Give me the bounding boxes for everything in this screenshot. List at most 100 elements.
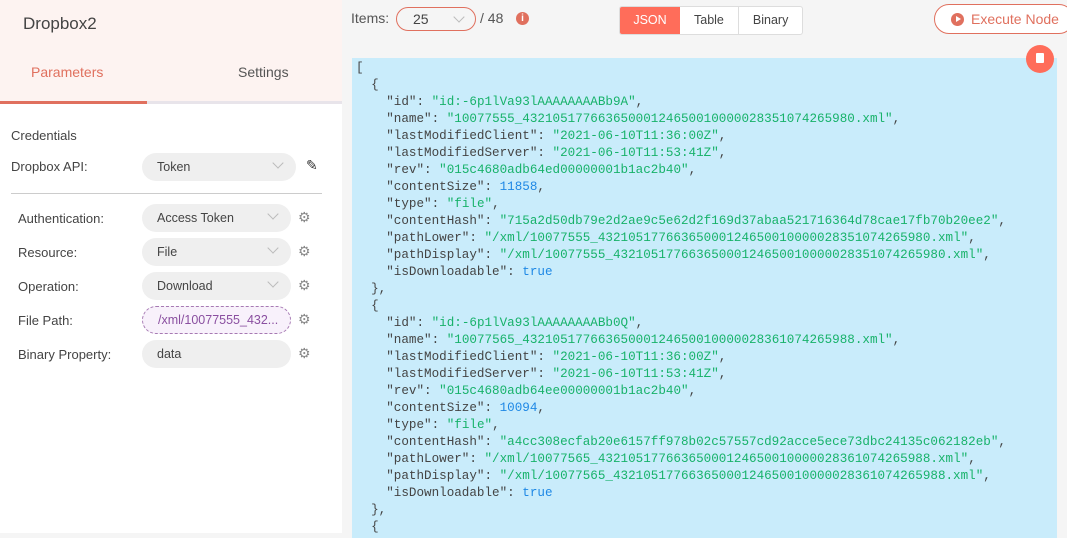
authentication-select[interactable]: Access Token [142, 204, 291, 232]
json-value: "715a2d50db79e2d2ae9c5e62d2f169d37abaa52… [499, 214, 999, 228]
json-line: "pathLower": "/xml/10077555_432105177663… [386, 231, 976, 245]
json-key: "contentHash" [386, 214, 485, 228]
json-line: "id": "id:-6p1lVa93lAAAAAAAABb0Q", [386, 316, 644, 330]
field-value: File [157, 245, 178, 259]
json-key: "rev" [386, 163, 425, 177]
json-value: "/xml/10077555_4321051776636500012465001… [484, 231, 969, 245]
json-value: "file" [446, 418, 493, 432]
active-tab-indicator [0, 101, 147, 104]
json-key: "lastModifiedServer" [386, 367, 538, 381]
json-value: "2021-06-10T11:53:41Z" [552, 146, 719, 160]
json-value: true [522, 486, 553, 500]
node-title[interactable]: Dropbox2 [23, 14, 97, 34]
credentials-heading: Credentials [11, 128, 77, 143]
gear-options-icon[interactable]: ⚙ [298, 277, 311, 294]
json-line: "id": "id:-6p1lVa93lAAAAAAAABb9A", [386, 95, 644, 109]
json-key: "type" [386, 197, 432, 211]
json-key: "pathLower" [386, 452, 470, 466]
json-value: 11858 [499, 180, 538, 194]
chevron-down-icon [453, 11, 465, 23]
gear-options-icon[interactable]: ⚙ [298, 209, 311, 226]
json-line: }, [356, 282, 387, 296]
json-output-viewer[interactable]: [ { "id": "id:-6p1lVa93lAAAAAAAABb9A", "… [352, 58, 1057, 538]
info-icon[interactable]: i [516, 12, 529, 25]
dropbox-api-label: Dropbox API: [11, 159, 88, 174]
json-key: "isDownloadable" [386, 265, 508, 279]
binary-property-input[interactable]: data [142, 340, 291, 368]
json-line: "isDownloadable": true [386, 486, 553, 500]
json-value: "015c4680adb64ee00000001b1ac2b40" [439, 384, 689, 398]
json-key: "pathLower" [386, 231, 470, 245]
chevron-down-icon [267, 242, 279, 254]
pencil-icon[interactable]: ✎ [306, 157, 318, 174]
binary-property-label: Binary Property: [18, 347, 112, 362]
json-key: "id" [386, 316, 417, 330]
view-json-button[interactable]: JSON [620, 7, 680, 34]
json-line: "pathDisplay": "/xml/10077555_4321051776… [386, 248, 991, 262]
items-per-page-select[interactable]: 25 [396, 7, 476, 31]
execute-node-button[interactable]: Execute Node [934, 4, 1067, 34]
tab-settings[interactable]: Settings [238, 64, 289, 80]
json-line: "contentHash": "715a2d50db79e2d2ae9c5e62… [386, 214, 1006, 228]
json-value: "10077555_432105177663650001246500100000… [446, 112, 893, 126]
file-path-input[interactable]: /xml/10077555_432... [142, 306, 291, 334]
operation-label: Operation: [18, 279, 79, 294]
divider [11, 193, 322, 194]
dropbox-api-select[interactable]: Token [142, 153, 296, 181]
json-value: true [522, 265, 553, 279]
gear-options-icon[interactable]: ⚙ [298, 311, 311, 328]
operation-select[interactable]: Download [142, 272, 291, 300]
field-value: Access Token [157, 211, 234, 225]
view-binary-button[interactable]: Binary [737, 7, 802, 34]
json-key: "lastModifiedServer" [386, 146, 538, 160]
items-total: / 48 [480, 10, 504, 26]
json-key: "type" [386, 418, 432, 432]
field-value: data [157, 347, 182, 361]
json-key: "id" [386, 95, 417, 109]
json-key: "contentSize" [386, 401, 485, 415]
json-line: "contentSize": 10094, [386, 401, 545, 415]
json-key: "isDownloadable" [386, 486, 508, 500]
json-line: [ [356, 61, 364, 75]
copy-icon[interactable] [1026, 45, 1054, 73]
json-line: "pathDisplay": "/xml/10077565_4321051776… [386, 469, 991, 483]
json-value: "015c4680adb64ed00000001b1ac2b40" [439, 163, 689, 177]
json-line: "lastModifiedServer": "2021-06-10T11:53:… [386, 146, 727, 160]
json-line: "type": "file", [386, 197, 500, 211]
chevron-down-icon [267, 276, 279, 288]
json-value: "2021-06-10T11:36:00Z" [552, 129, 719, 143]
json-value: "id:-6p1lVa93lAAAAAAAABb0Q" [431, 316, 636, 330]
json-line: "name": "10077565_4321051776636500012465… [386, 333, 901, 347]
chevron-down-icon [267, 208, 279, 220]
json-key: "name" [386, 333, 432, 347]
view-switcher: JSON Table Binary [619, 6, 804, 35]
json-line: "lastModifiedServer": "2021-06-10T11:53:… [386, 367, 727, 381]
json-value: "a4cc308ecfab20e6157ff978b02c57557cd92ac… [499, 435, 999, 449]
authentication-label: Authentication: [18, 211, 105, 226]
node-parameters-panel: Dropbox2 Parameters Settings Credentials… [0, 0, 342, 533]
selected-value: Token [157, 160, 191, 174]
json-key: "contentSize" [386, 180, 485, 194]
json-value: "2021-06-10T11:53:41Z" [552, 367, 719, 381]
json-line: }, [356, 503, 387, 517]
json-line: { [356, 299, 379, 313]
view-table-button[interactable]: Table [680, 7, 738, 34]
json-line: "lastModifiedClient": "2021-06-10T11:36:… [386, 350, 727, 364]
gear-options-icon[interactable]: ⚙ [298, 345, 311, 362]
json-key: "pathDisplay" [386, 469, 485, 483]
resource-select[interactable]: File [142, 238, 291, 266]
json-line: "lastModifiedClient": "2021-06-10T11:36:… [386, 129, 727, 143]
json-line: "pathLower": "/xml/10077565_432105177663… [386, 452, 976, 466]
json-key: "contentHash" [386, 435, 485, 449]
json-value: "id:-6p1lVa93lAAAAAAAABb9A" [431, 95, 636, 109]
items-label: Items: [351, 10, 390, 26]
tab-parameters[interactable]: Parameters [31, 64, 103, 80]
resource-label: Resource: [18, 245, 78, 260]
json-value: "10077565_432105177663650001246500100000… [446, 333, 893, 347]
panel-header: Dropbox2 Parameters Settings [0, 0, 342, 104]
json-line: "name": "10077555_4321051776636500012465… [386, 112, 901, 126]
json-key: "lastModifiedClient" [386, 129, 538, 143]
gear-options-icon[interactable]: ⚙ [298, 243, 311, 260]
json-line: "type": "file", [386, 418, 500, 432]
json-value: 10094 [499, 401, 538, 415]
